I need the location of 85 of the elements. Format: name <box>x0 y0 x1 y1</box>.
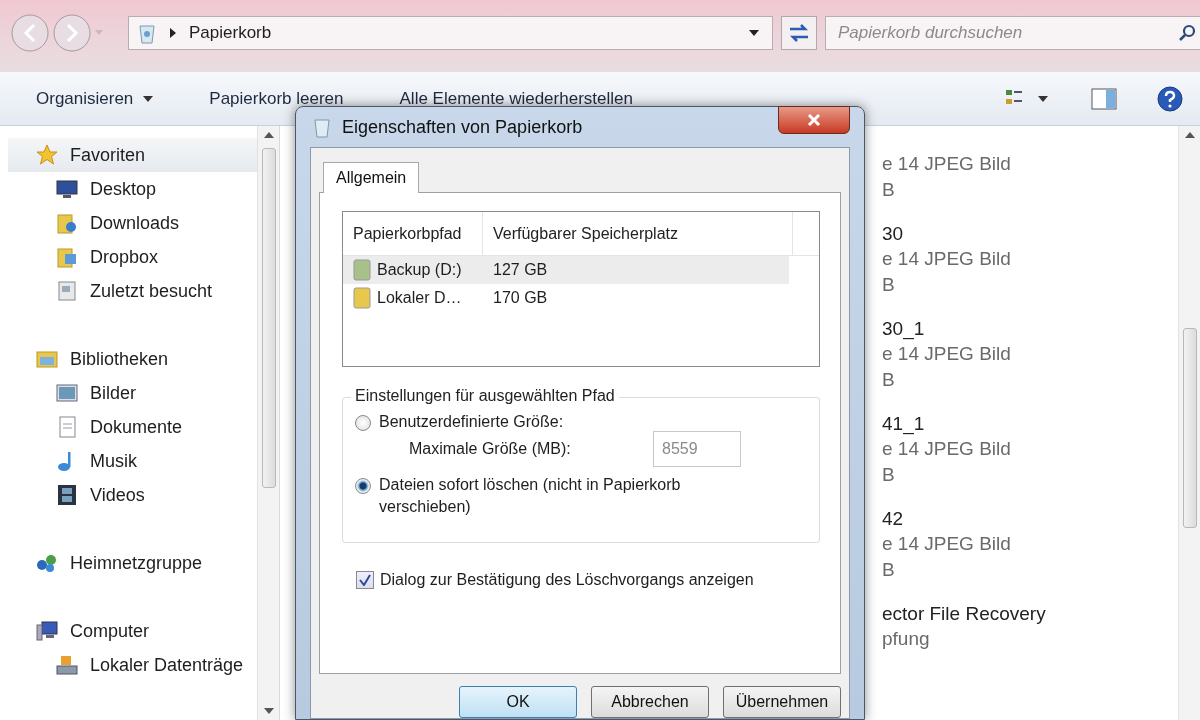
sidebar-item[interactable]: Heimnetzgruppe <box>8 546 257 580</box>
dialog-button[interactable]: Übernehmen <box>723 686 841 718</box>
radio-label[interactable]: Dateien sofort löschen (nicht in Papierkorb verschieben) <box>379 474 729 518</box>
scroll-up-arrow-icon <box>1184 132 1195 138</box>
computer-icon <box>36 620 58 642</box>
recycle-bin-icon <box>312 116 332 138</box>
sidebar-item[interactable]: Lokaler Datenträge <box>8 648 257 682</box>
scrollbar[interactable] <box>257 126 279 720</box>
checkbox-label[interactable]: Dialog zur Bestätigung des Löschvorgangs anzeigen <box>380 571 754 589</box>
folder-icon <box>56 246 78 268</box>
file-size: B <box>882 463 896 487</box>
caret-icon <box>143 95 154 102</box>
sidebar-item[interactable]: Desktop <box>8 172 257 206</box>
sidebar-item[interactable]: Computer <box>8 614 257 648</box>
drive-icon <box>56 654 78 676</box>
file-name[interactable]: ector File Recovery <box>882 602 1046 626</box>
radio-label[interactable]: Benutzerdefinierte Größe: <box>379 411 564 433</box>
scroll-down-arrow-icon <box>263 708 274 714</box>
field-label: Maximale Größe (MB): <box>409 440 572 458</box>
column-header[interactable]: Verfügbarer Speicherplatz <box>483 212 793 255</box>
column-header[interactable]: Papierkorbpfad <box>343 212 483 255</box>
scroll-up-arrow-icon <box>263 132 274 138</box>
dialog-button[interactable]: OK <box>459 686 577 718</box>
dropdown-caret-icon <box>748 29 760 37</box>
file-size: B <box>882 558 896 582</box>
list-row[interactable]: Lokaler D… 170 GB <box>343 284 789 312</box>
file-type: e 14 JPEG Bild <box>882 532 1012 556</box>
caret-icon <box>94 29 104 37</box>
close-button[interactable] <box>778 106 850 134</box>
arrow-icon <box>169 27 177 39</box>
file-type: e 14 JPEG Bild <box>882 152 1012 176</box>
file-type: e 14 JPEG Bild <box>882 247 1012 271</box>
close-icon <box>807 113 821 127</box>
film-icon <box>56 484 78 506</box>
picture-icon <box>56 382 78 404</box>
address-bar[interactable]: Papierkorb <box>128 16 773 50</box>
file-type: pfung <box>882 627 931 651</box>
address-path[interactable]: Papierkorb <box>189 23 272 43</box>
group-title: Einstellungen für ausgewählten Pfad <box>351 387 619 405</box>
network-icon <box>36 552 58 574</box>
sidebar-item[interactable]: Videos <box>8 478 257 512</box>
toolbar-button[interactable]: Alle Elemente wiederherstellen <box>389 84 643 113</box>
sidebar-item[interactable]: Zuletzt besucht <box>8 274 257 308</box>
radio-button[interactable] <box>355 415 371 431</box>
file-name[interactable]: 41_1 <box>882 412 1046 436</box>
sidebar-item[interactable]: Favoriten <box>8 138 257 172</box>
file-type: e 14 JPEG Bild <box>882 342 1012 366</box>
sidebar-item[interactable]: Bibliotheken <box>8 342 257 376</box>
scrollbar-thumb[interactable] <box>1182 328 1197 528</box>
drive-name: Lokaler D… <box>377 289 462 307</box>
toolbar-button[interactable]: Papierkorb leeren <box>199 84 354 113</box>
free-space: 170 GB <box>492 289 548 307</box>
file-name[interactable]: 30 <box>882 222 1046 246</box>
tab[interactable]: Allgemein <box>323 162 420 193</box>
list-row[interactable]: Backup (D:) 127 GB <box>343 256 789 284</box>
checkbox[interactable] <box>356 571 374 589</box>
free-space: 127 GB <box>492 261 548 279</box>
document-icon <box>56 280 78 302</box>
sidebar-item[interactable]: Musik <box>8 444 257 478</box>
recycle-bin-icon <box>137 22 157 44</box>
scrollbar-thumb[interactable] <box>261 148 276 488</box>
radio-button[interactable] <box>355 478 371 494</box>
checkmark-icon <box>359 574 371 586</box>
file-name[interactable]: 42 <box>882 507 1046 531</box>
scrollbar[interactable] <box>1178 126 1200 720</box>
sidebar-item[interactable]: Downloads <box>8 206 257 240</box>
star-icon <box>36 144 58 166</box>
folder-icon <box>36 348 58 370</box>
file-size: B <box>882 178 896 202</box>
search-icon <box>1178 24 1196 42</box>
sidebar-item[interactable]: Bilder <box>8 376 257 410</box>
folder-icon <box>56 212 78 234</box>
search-field[interactable]: Papierkorb durchsuchen <box>825 16 1200 50</box>
document-icon <box>56 416 78 438</box>
file-size: B <box>882 368 896 392</box>
drive-name: Backup (D:) <box>377 261 462 279</box>
file-name[interactable]: 30_1 <box>882 317 1046 341</box>
monitor-icon <box>56 178 78 200</box>
sidebar-item[interactable]: Dropbox <box>8 240 257 274</box>
file-size: B <box>882 273 896 297</box>
sidebar-item[interactable]: Dokumente <box>8 410 257 444</box>
dialog-button[interactable]: Abbrechen <box>591 686 709 718</box>
toolbar-button[interactable]: Organisieren <box>26 84 164 113</box>
file-type: e 14 JPEG Bild <box>882 437 1012 461</box>
dialog-title: Eigenschaften von Papierkorb <box>342 116 583 138</box>
